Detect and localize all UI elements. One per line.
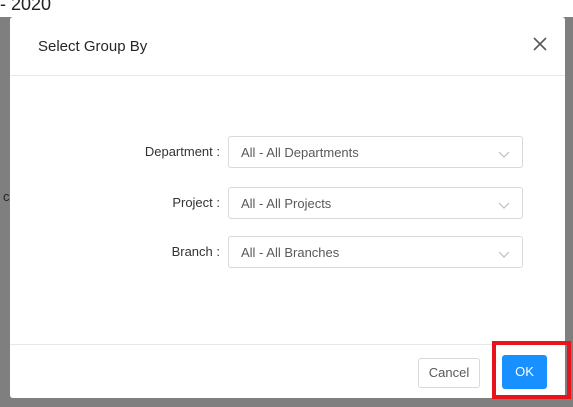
background-left-edge: c xyxy=(0,17,10,407)
branch-row: Branch : All - All Branches xyxy=(10,236,565,268)
branch-select-value: All - All Branches xyxy=(241,245,340,260)
close-icon xyxy=(533,37,547,51)
background-header-strip: - 2020 xyxy=(0,0,573,17)
department-row: Department : All - All Departments xyxy=(10,136,565,168)
project-select[interactable]: All - All Projects xyxy=(228,187,523,219)
department-select[interactable]: All - All Departments xyxy=(228,136,523,168)
background-right-edge xyxy=(565,17,573,407)
ok-button[interactable]: OK xyxy=(502,355,547,389)
background-left-fragment: c xyxy=(3,189,10,204)
select-group-by-dialog: Select Group By Department : All - All D… xyxy=(10,17,565,398)
branch-label: Branch : xyxy=(171,244,220,259)
close-button[interactable] xyxy=(529,33,551,55)
cancel-button[interactable]: Cancel xyxy=(418,358,480,388)
background-date-fragment: - 2020 xyxy=(0,0,52,14)
dialog-header: Select Group By xyxy=(10,17,565,76)
dialog-title: Select Group By xyxy=(38,38,148,55)
chevron-down-icon xyxy=(498,147,510,159)
background-bottom-edge xyxy=(0,398,573,407)
project-select-value: All - All Projects xyxy=(241,196,332,211)
department-select-value: All - All Departments xyxy=(241,145,359,160)
project-label: Project : xyxy=(172,195,220,210)
project-row: Project : All - All Projects xyxy=(10,187,565,219)
chevron-down-icon xyxy=(498,198,510,210)
department-label: Department : xyxy=(144,144,220,159)
dialog-footer: Cancel OK xyxy=(10,344,565,398)
chevron-down-icon xyxy=(498,247,510,259)
branch-select[interactable]: All - All Branches xyxy=(228,236,523,268)
